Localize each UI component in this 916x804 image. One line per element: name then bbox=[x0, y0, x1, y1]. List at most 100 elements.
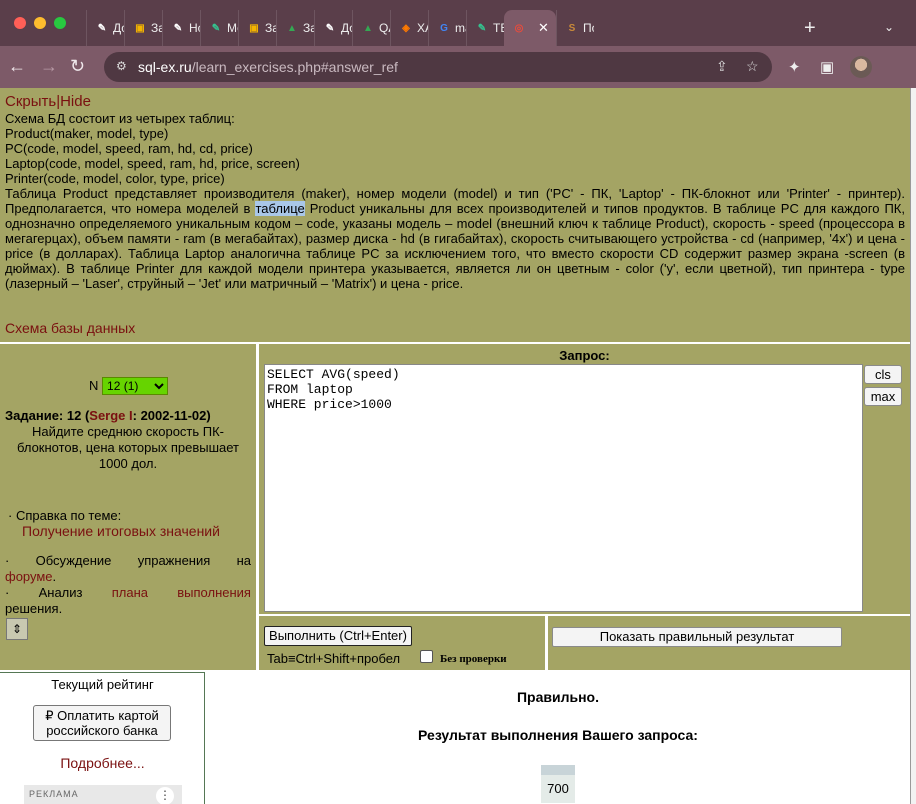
browser-tab[interactable]: ✎ До bbox=[314, 10, 352, 46]
browser-tab[interactable]: ▣ За bbox=[238, 10, 276, 46]
query-panel: Запрос: SELECT AVG(speed) FROM laptop WH… bbox=[259, 344, 910, 614]
tab-title: XA bbox=[417, 21, 428, 35]
bookmark-star-icon[interactable]: ☆ bbox=[746, 58, 759, 75]
result-panel: Правильно. Результат выполнения Вашего з… bbox=[206, 672, 910, 804]
slides-icon: ▣ bbox=[249, 22, 259, 34]
clear-button[interactable]: cls bbox=[864, 365, 902, 384]
avatar[interactable] bbox=[850, 56, 872, 78]
exercise-number-selector: N 12 (1) bbox=[89, 377, 169, 395]
desc-line: PC(code, model, speed, ram, hd, cd, pric… bbox=[5, 141, 253, 156]
close-window-button[interactable] bbox=[14, 17, 26, 29]
browser-toolbar: ← → ↻ ⚙ sql-ex.ru/learn_exercises.php#an… bbox=[0, 46, 916, 88]
close-icon[interactable]: ✕ bbox=[538, 20, 549, 36]
tab-hint: Tab≡Ctrl+Shift+пробел bbox=[267, 651, 401, 666]
desc-paragraph: Таблица Product представляет производите… bbox=[5, 186, 905, 291]
table-header bbox=[541, 765, 575, 775]
browser-tab[interactable]: ✎ TE bbox=[466, 10, 504, 46]
page-content: Скрыть|Hide Схема БД состоит из четырех … bbox=[0, 88, 910, 804]
maximize-window-button[interactable] bbox=[54, 17, 66, 29]
browser-tab[interactable]: ▣ За bbox=[124, 10, 162, 46]
browser-tab[interactable]: ✎ Нс bbox=[162, 10, 200, 46]
target-icon: ◎ bbox=[514, 22, 524, 34]
tab-title: До bbox=[341, 21, 352, 35]
forward-arrow-icon[interactable]: → bbox=[40, 56, 58, 76]
browser-tab[interactable]: Gma bbox=[428, 10, 466, 46]
feather-icon: ✎ bbox=[325, 22, 335, 34]
s-icon: S bbox=[568, 22, 576, 34]
exercise-select[interactable]: 12 (1) bbox=[102, 377, 169, 395]
browser-tab[interactable]: ◈ XA bbox=[390, 10, 428, 46]
diamond-icon: ◈ bbox=[402, 22, 410, 34]
schema-description-panel: Скрыть|Hide Схема БД состоит из четырех … bbox=[0, 88, 910, 342]
result-table: 700 bbox=[541, 765, 575, 803]
run-query-button[interactable]: Выполнить (Ctrl+Enter) bbox=[264, 626, 412, 646]
help-topic-link[interactable]: Получение итоговых значений bbox=[22, 523, 220, 539]
sidebar-icon[interactable]: ▣ bbox=[820, 58, 834, 76]
tab-title: QA bbox=[379, 21, 390, 35]
schema-link[interactable]: Схема базы данных bbox=[5, 321, 135, 336]
hide-link[interactable]: Скрыть|Hide bbox=[5, 94, 91, 109]
no-verify-checkbox[interactable] bbox=[420, 650, 433, 663]
forum-link[interactable]: форуме bbox=[5, 569, 53, 584]
plan-link[interactable]: плана bbox=[112, 585, 148, 601]
query-actions: Выполнить (Ctrl+Enter) Tab≡Ctrl+Shift+пр… bbox=[259, 616, 910, 670]
reload-icon[interactable]: ↻ bbox=[70, 56, 85, 76]
tab-strip: ✎До▣За✎Нс✎Мс▣За▲За✎До▲QA◈XAGma✎TE◎✕SПо bbox=[86, 10, 594, 46]
tab-title: Нс bbox=[189, 21, 200, 35]
author-link[interactable]: Serge I bbox=[89, 408, 132, 423]
show-correct-result-button[interactable]: Показать правильный результат bbox=[552, 627, 842, 647]
new-tab-button[interactable]: + bbox=[804, 18, 816, 38]
task-text: Найдите среднюю скорость ПК-блокнотов, ц… bbox=[16, 424, 239, 471]
feather-icon: ✎ bbox=[173, 22, 183, 34]
more-link[interactable]: Подробнее... bbox=[0, 755, 205, 771]
url-text: sql-ex.ru/learn_exercises.php#answer_ref bbox=[138, 59, 398, 75]
extensions-puzzle-icon[interactable]: ✦ bbox=[788, 58, 801, 76]
table-cell: 700 bbox=[541, 775, 575, 803]
desc-line: Product(maker, model, type) bbox=[5, 126, 169, 141]
browser-tab-bar: ✎До▣За✎Нс✎Мс▣За▲За✎До▲QA◈XAGma✎TE◎✕SПо +… bbox=[0, 0, 916, 46]
query-title: Запрос: bbox=[559, 348, 610, 363]
tab-title: За bbox=[265, 21, 276, 35]
feather-green-icon: ✎ bbox=[211, 22, 221, 34]
scrollbar[interactable] bbox=[910, 88, 916, 804]
browser-tab[interactable]: S По bbox=[556, 10, 594, 46]
result-title: Результат выполнения Вашего запроса: bbox=[418, 727, 698, 743]
maximize-button[interactable]: max bbox=[864, 387, 902, 406]
drive-icon: ▲ bbox=[363, 22, 373, 34]
plan-link[interactable]: выполнения bbox=[177, 585, 251, 601]
result-status: Правильно. bbox=[516, 689, 599, 705]
minimize-window-button[interactable] bbox=[34, 17, 46, 29]
tab-title: По bbox=[583, 21, 594, 35]
browser-tab[interactable]: ▲ За bbox=[276, 10, 314, 46]
browser-tab[interactable]: ✎ Мс bbox=[200, 10, 238, 46]
browser-tab[interactable]: ▲ QA bbox=[352, 10, 390, 46]
tab-title: TE bbox=[493, 21, 504, 35]
browser-tab[interactable]: ✎ До bbox=[86, 10, 124, 46]
pay-card-button[interactable]: ₽ Оплатить картой российского банка bbox=[33, 705, 171, 741]
slides-icon: ▣ bbox=[135, 22, 145, 34]
tab-title: За bbox=[303, 21, 314, 35]
address-bar[interactable]: ⚙ sql-ex.ru/learn_exercises.php#answer_r… bbox=[104, 52, 772, 82]
tab-title: За bbox=[151, 21, 162, 35]
tab-title: ma bbox=[455, 21, 466, 35]
rating-title: Текущий рейтинг bbox=[51, 677, 154, 692]
browser-tab[interactable]: ◎ ✕ bbox=[504, 10, 556, 46]
highlighted-word: таблице bbox=[255, 201, 305, 216]
share-icon[interactable]: ⇪ bbox=[716, 58, 728, 75]
feather-green-icon: ✎ bbox=[477, 22, 487, 34]
n-label: N bbox=[89, 378, 99, 393]
divider bbox=[545, 616, 548, 670]
site-info-icon[interactable]: ⚙ bbox=[116, 59, 127, 73]
help-label: · Справка по теме: bbox=[8, 508, 122, 523]
desc-line: Схема БД состоит из четырех таблиц: bbox=[5, 111, 235, 126]
more-options-icon[interactable]: ⋮ bbox=[156, 787, 174, 804]
tab-title: До bbox=[113, 21, 124, 35]
back-arrow-icon[interactable]: ← bbox=[8, 56, 26, 76]
chevron-down-icon[interactable]: ⌄ bbox=[884, 20, 894, 34]
advertisement[interactable]: РЕКЛАМА ⋮ bbox=[24, 785, 182, 804]
tab-title: Мс bbox=[227, 21, 238, 35]
sql-editor[interactable]: SELECT AVG(speed) FROM laptop WHERE pric… bbox=[264, 364, 863, 612]
ad-label: РЕКЛАМА bbox=[29, 789, 79, 799]
task-panel: N 12 (1) Задание: 12 (Serge I: 2002-11-0… bbox=[0, 344, 256, 670]
navigate-icon[interactable]: ⇕ bbox=[6, 618, 28, 640]
